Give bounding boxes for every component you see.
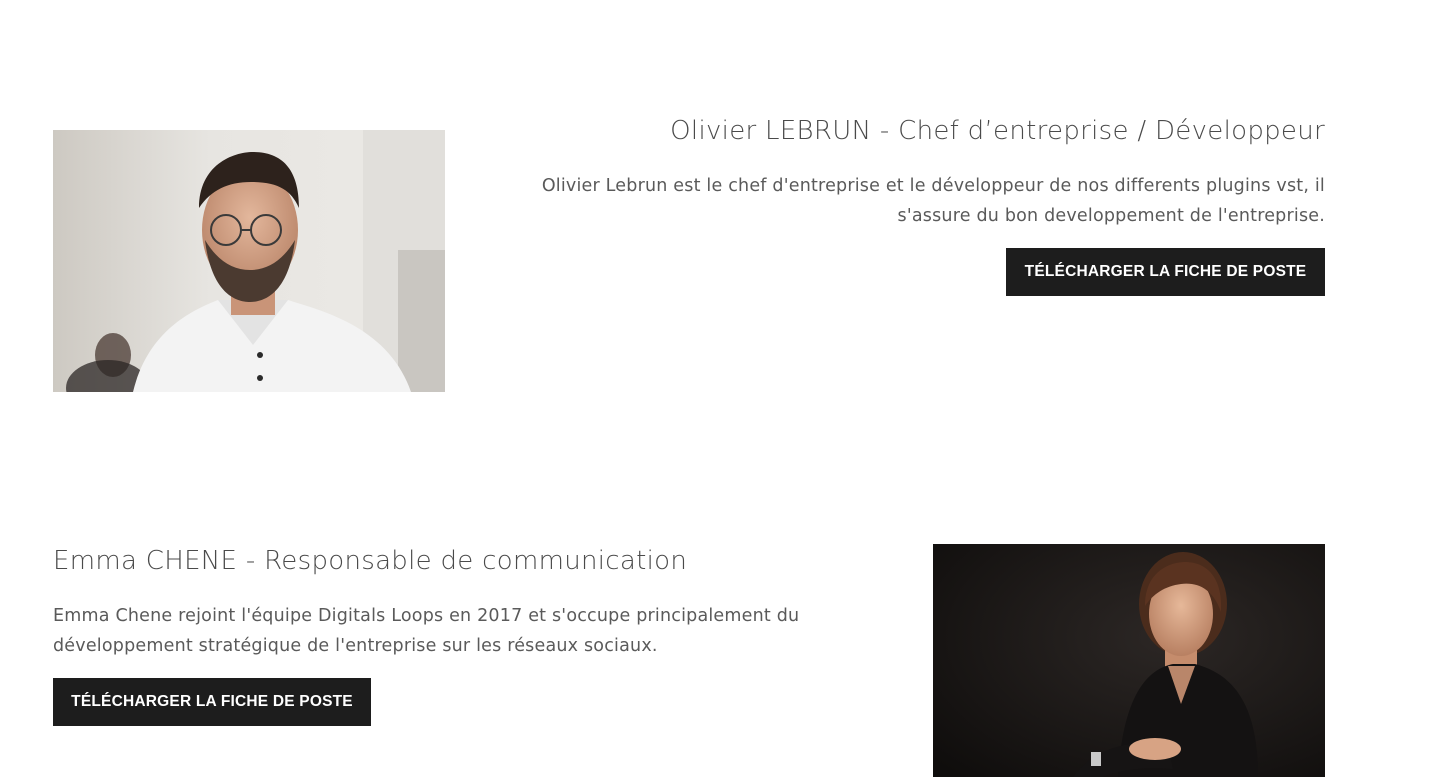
member-description-olivier: Olivier Lebrun est le chef d'entreprise … — [541, 176, 1325, 226]
download-job-sheet-button-emma[interactable]: TÉLÉCHARGER LA FICHE DE POSTE — [53, 678, 371, 726]
photo-emma — [933, 544, 1325, 777]
member-title-emma: Emma CHENE - Responsable de communicatio… — [53, 546, 688, 576]
photo-olivier — [53, 130, 445, 392]
download-job-sheet-button-olivier[interactable]: TÉLÉCHARGER LA FICHE DE POSTE — [1006, 248, 1325, 296]
team-page: Olivier LEBRUN - Chef d’entreprise / Dév… — [0, 0, 1431, 777]
member-title-olivier: Olivier LEBRUN - Chef d’entreprise / Dév… — [670, 116, 1325, 146]
member-description-emma: Emma Chene rejoint l'équipe Digitals Loo… — [53, 606, 800, 656]
